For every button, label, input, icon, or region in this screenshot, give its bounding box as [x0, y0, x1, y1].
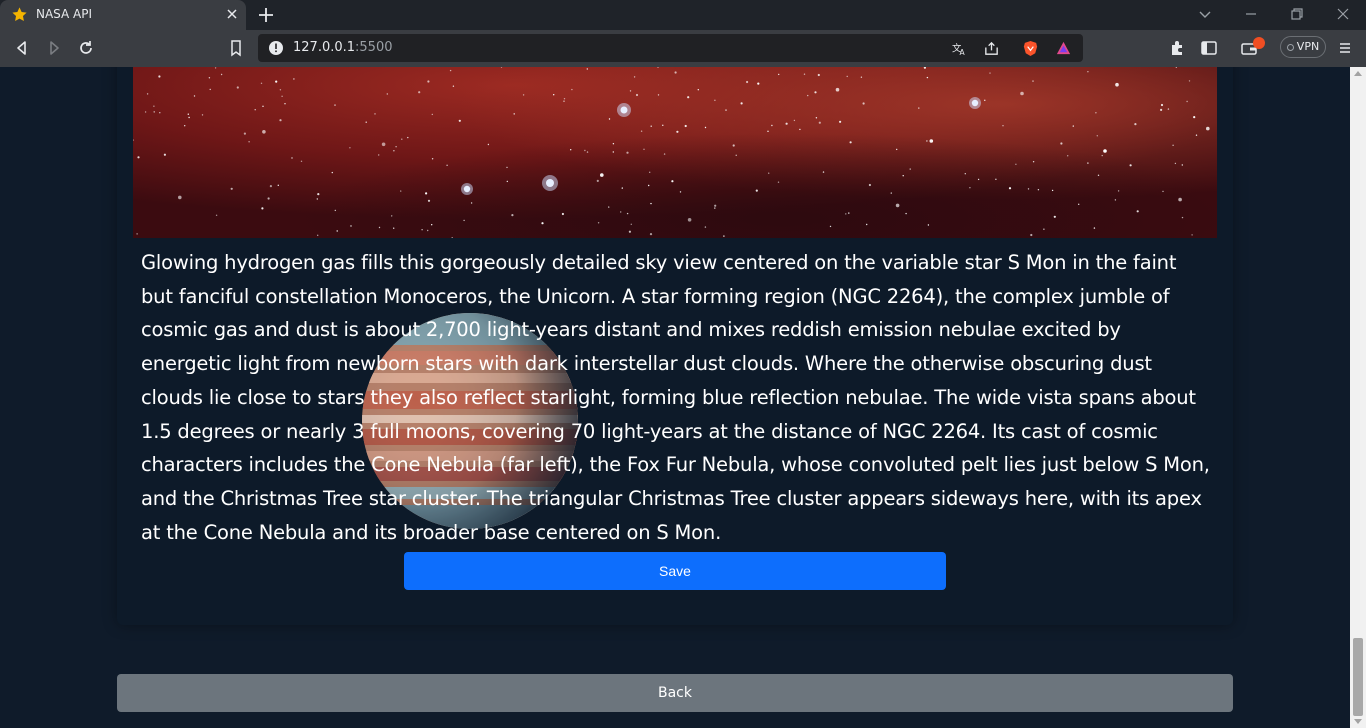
back-button[interactable]: Back	[117, 674, 1233, 712]
brave-shields-icon[interactable]	[1022, 40, 1039, 57]
brave-rewards-icon[interactable]	[1055, 40, 1072, 57]
svg-text:A: A	[960, 48, 966, 57]
page-scrollbar[interactable]	[1350, 67, 1366, 728]
address-bar[interactable]: 127.0.0.1:5500 文 A	[258, 34, 1083, 62]
menu-icon[interactable]	[1336, 39, 1354, 57]
close-window-icon[interactable]	[1335, 6, 1351, 22]
back-nav-icon[interactable]	[13, 39, 31, 57]
translate-icon[interactable]: 文 A	[951, 40, 968, 57]
page-viewport: Glowing hydrogen gas fills this gorgeous…	[0, 67, 1350, 728]
apod-image	[133, 67, 1217, 238]
save-button[interactable]: Save	[404, 552, 946, 590]
extensions-icon[interactable]	[1168, 39, 1186, 57]
restore-icon[interactable]	[1289, 6, 1305, 22]
site-info-icon[interactable]	[268, 40, 284, 56]
url-port: :5500	[355, 40, 393, 55]
tab-title: NASA API	[36, 7, 93, 21]
star-icon	[12, 7, 27, 22]
forward-nav-icon[interactable]	[45, 39, 63, 57]
tab-search-chevron-icon[interactable]	[1197, 6, 1213, 22]
scroll-up-arrow-icon[interactable]	[1354, 71, 1362, 76]
url-host: 127.0.0.1	[293, 40, 356, 55]
vpn-label: VPN	[1296, 40, 1320, 53]
reload-icon[interactable]	[77, 39, 95, 57]
scroll-thumb[interactable]	[1353, 638, 1363, 716]
notification-badge	[1253, 37, 1265, 49]
url-text[interactable]: 127.0.0.1:5500	[293, 40, 393, 55]
close-tab-icon[interactable]	[225, 7, 239, 21]
bookmark-icon[interactable]	[227, 39, 245, 57]
new-tab-icon[interactable]	[257, 6, 275, 24]
sidebar-icon[interactable]	[1200, 39, 1218, 57]
share-icon[interactable]	[983, 40, 1000, 57]
vpn-button[interactable]: VPN	[1280, 36, 1326, 58]
browser-toolbar: 127.0.0.1:5500 文 A VPN	[0, 30, 1366, 67]
minimize-icon[interactable]	[1243, 6, 1259, 22]
browser-tab[interactable]: NASA API	[0, 0, 246, 30]
tab-bar: NASA API	[0, 0, 1366, 30]
apod-description: Glowing hydrogen gas fills this gorgeous…	[141, 251, 1210, 544]
scroll-down-arrow-icon[interactable]	[1354, 719, 1362, 724]
apod-card: Glowing hydrogen gas fills this gorgeous…	[117, 67, 1233, 625]
vpn-status-icon	[1286, 44, 1294, 51]
